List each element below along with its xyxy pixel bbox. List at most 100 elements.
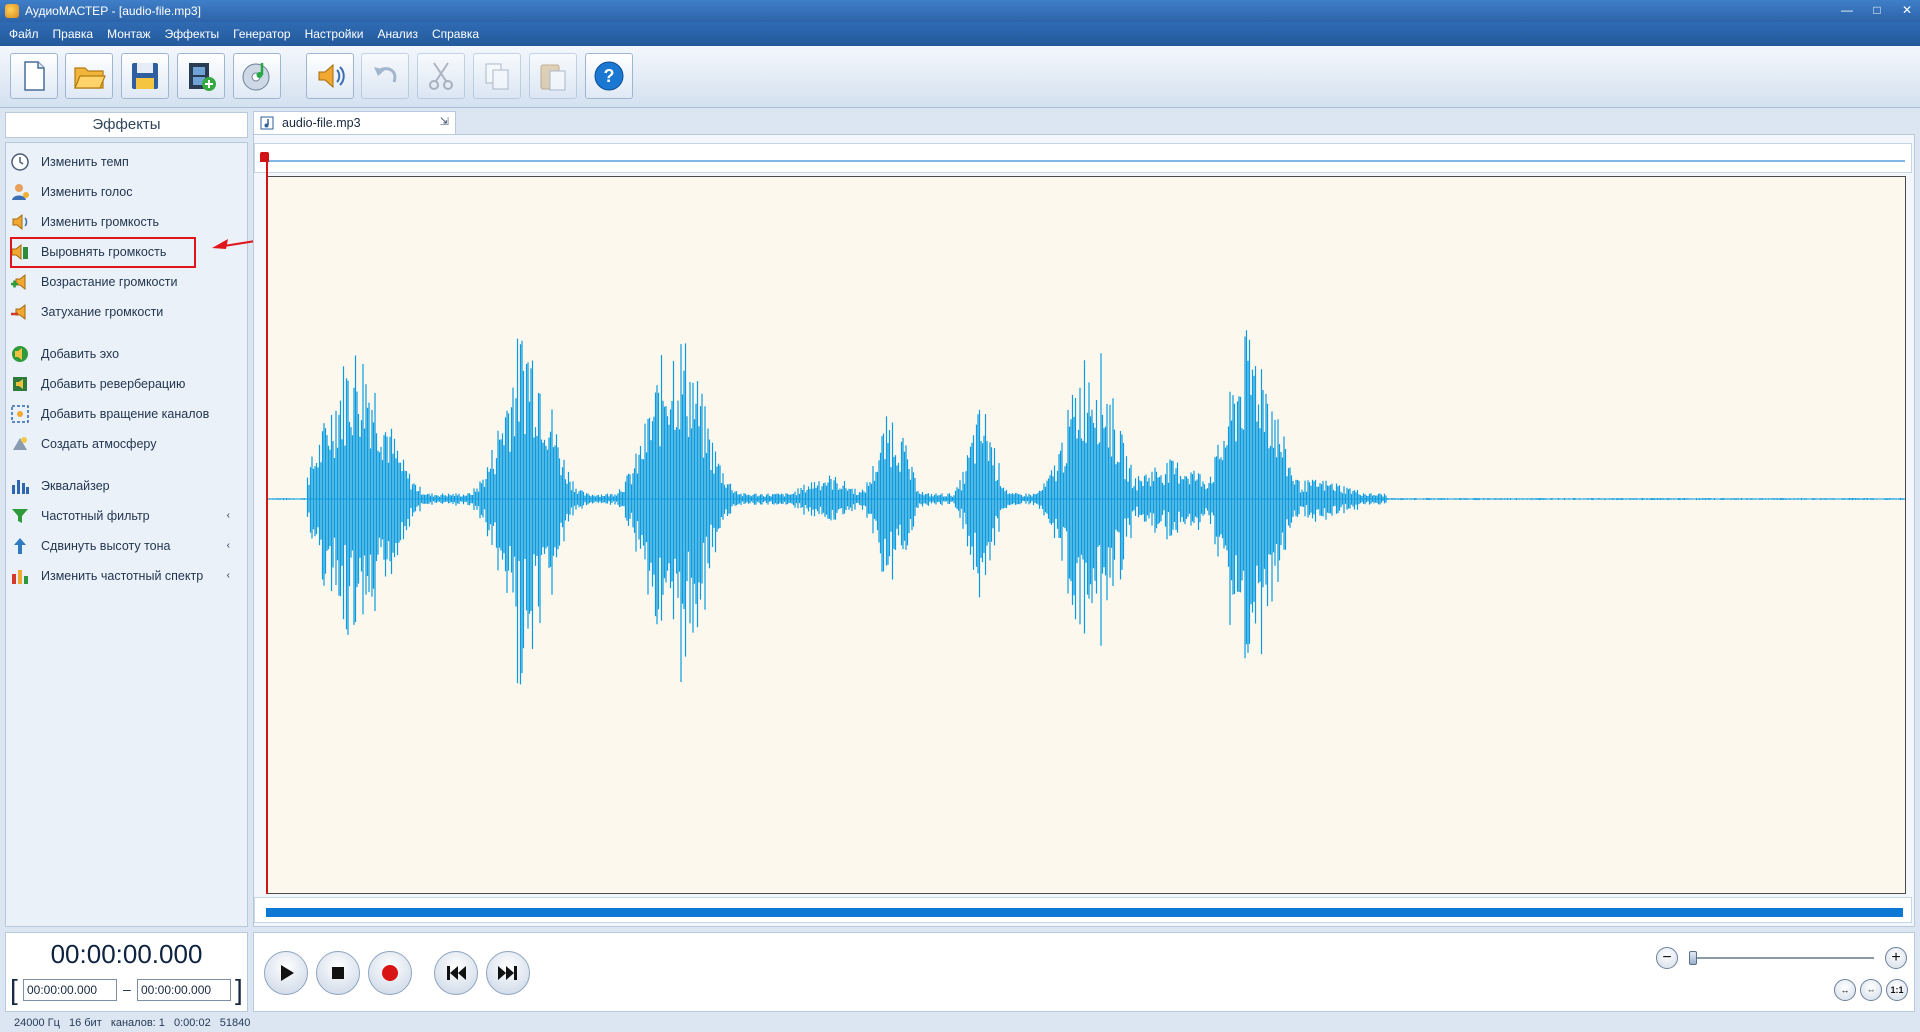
effect-pitch-shift[interactable]: Сдвинуть высоту тона ‹	[10, 534, 230, 558]
paste-icon	[540, 64, 566, 91]
cut-button[interactable]	[417, 53, 465, 99]
save-button[interactable]	[121, 53, 169, 99]
zoom-actual-size-button[interactable]: 1:1	[1886, 979, 1908, 1001]
add-video-button[interactable]	[177, 53, 225, 99]
effect-change-tempo[interactable]: Изменить темп	[10, 150, 228, 174]
cut-scissors-icon	[429, 62, 453, 90]
effect-label: Создать атмосферу	[41, 437, 157, 451]
menu-montage[interactable]: Монтаж	[101, 27, 159, 41]
cd-music-button[interactable]	[233, 53, 281, 99]
title-bar: АудиоМАСТЕР - [audio-file.mp3] — □ ✕	[0, 0, 1920, 22]
submenu-arrow-icon: ‹	[226, 510, 230, 521]
filter-funnel-icon	[12, 509, 28, 523]
fast-forward-button[interactable]	[486, 951, 530, 995]
tab-pin-icon[interactable]: ⇲	[440, 115, 449, 128]
effect-create-atmosphere[interactable]: Создать атмосферу	[10, 432, 228, 456]
effect-label: Возрастание громкости	[41, 275, 178, 289]
zoom-slider-thumb[interactable]	[1689, 951, 1697, 965]
range-bracket-left: [	[10, 974, 18, 1005]
clock-icon	[11, 153, 29, 171]
undo-button[interactable]	[361, 53, 409, 99]
menu-edit[interactable]: Правка	[47, 27, 102, 41]
help-button[interactable]: ?	[585, 53, 633, 99]
status-duration: 0:00:02	[173, 1017, 211, 1029]
save-disk-icon	[132, 63, 158, 89]
channel-rotate-icon	[11, 405, 29, 423]
stop-icon	[332, 967, 344, 979]
selection-end-field[interactable]	[137, 979, 231, 1001]
effect-add-reverb[interactable]: Добавить реверберацию	[10, 372, 228, 396]
volume-icon	[12, 213, 28, 231]
range-separator: –	[123, 981, 131, 997]
horizontal-scroll[interactable]	[254, 897, 1912, 923]
paste-button[interactable]	[529, 53, 577, 99]
effect-label: Изменить темп	[41, 155, 129, 169]
help-icon: ?	[594, 61, 624, 91]
record-button[interactable]	[368, 951, 412, 995]
maximize-button[interactable]: □	[1868, 2, 1886, 18]
volume-button[interactable]	[306, 53, 354, 99]
submenu-arrow-icon: ‹	[226, 540, 230, 551]
reverb-icon	[13, 377, 27, 391]
scroll-thumb[interactable]	[266, 908, 1903, 917]
waveform-path	[267, 330, 1905, 685]
menu-generator[interactable]: Генератор	[227, 27, 298, 41]
effect-label: Добавить реверберацию	[41, 377, 186, 391]
stop-button[interactable]	[316, 951, 360, 995]
zoom-in-button[interactable]: +	[1885, 947, 1907, 969]
effect-equalizer[interactable]: Эквалайзер	[10, 474, 228, 498]
effect-frequency-filter[interactable]: Частотный фильтр ‹	[10, 504, 230, 528]
new-file-icon	[24, 61, 45, 91]
zoom-slider-track[interactable]	[1692, 957, 1874, 959]
play-button[interactable]	[264, 951, 308, 995]
effect-change-voice[interactable]: Изменить голос	[10, 180, 228, 204]
volume-speaker-icon	[318, 63, 345, 89]
effect-frequency-spectrum[interactable]: Изменить частотный спектр ‹	[10, 564, 230, 588]
waveform-view[interactable]	[266, 176, 1906, 894]
atmosphere-icon	[13, 437, 27, 450]
minimize-button[interactable]: —	[1838, 2, 1856, 18]
effect-fade-out[interactable]: Затухание громкости	[10, 300, 228, 324]
add-video-icon	[189, 63, 216, 91]
menu-help[interactable]: Справка	[426, 27, 487, 41]
effect-label: Изменить частотный спектр	[41, 569, 204, 583]
range-bracket-right: ]	[235, 974, 243, 1005]
effect-channel-rotation[interactable]: Добавить вращение каналов	[10, 402, 228, 426]
spectrum-icon	[12, 570, 28, 584]
menu-settings[interactable]: Настройки	[299, 27, 372, 41]
rewind-button[interactable]	[434, 951, 478, 995]
effect-add-echo[interactable]: Добавить эхо	[10, 342, 228, 366]
status-channels: каналов: 1	[110, 1017, 165, 1029]
fast-forward-icon	[498, 966, 517, 980]
echo-icon	[12, 346, 28, 362]
fade-in-icon	[11, 273, 26, 291]
open-button[interactable]	[65, 53, 113, 99]
copy-button[interactable]	[473, 53, 521, 99]
close-button[interactable]: ✕	[1898, 2, 1916, 18]
fade-out-icon	[11, 303, 26, 321]
playhead-line	[266, 155, 268, 894]
fit-selection-button[interactable]: ⇔	[1860, 979, 1882, 1001]
effect-label: Изменить голос	[41, 185, 133, 199]
equalizer-icon	[12, 480, 29, 494]
menu-effects[interactable]: Эффекты	[159, 27, 228, 41]
selection-start-field[interactable]	[23, 979, 117, 1001]
zoom-out-button[interactable]: −	[1656, 947, 1678, 969]
toolbar: ?	[0, 46, 1920, 108]
file-tab[interactable]: audio-file.mp3 ⇲	[253, 111, 456, 134]
app-logo-icon	[5, 4, 19, 18]
timeline-ruler[interactable]	[254, 143, 1912, 173]
new-file-button[interactable]	[10, 53, 58, 99]
fit-width-button[interactable]: ↔	[1834, 979, 1856, 1001]
effect-change-volume[interactable]: Изменить громкость	[10, 210, 228, 234]
current-time-display: 00:00:00.000	[50, 939, 203, 969]
audio-file-icon	[260, 116, 274, 130]
undo-icon	[374, 67, 397, 83]
menu-file[interactable]: Файл	[3, 27, 47, 41]
status-samples: 51840	[219, 1017, 251, 1029]
window-title: АудиоМАСТЕР - [audio-file.mp3]	[25, 4, 201, 18]
menu-analysis[interactable]: Анализ	[371, 27, 426, 41]
effect-label: Сдвинуть высоту тона	[41, 539, 171, 553]
effect-label: Добавить эхо	[41, 347, 120, 361]
effect-fade-in[interactable]: Возрастание громкости	[10, 270, 228, 294]
